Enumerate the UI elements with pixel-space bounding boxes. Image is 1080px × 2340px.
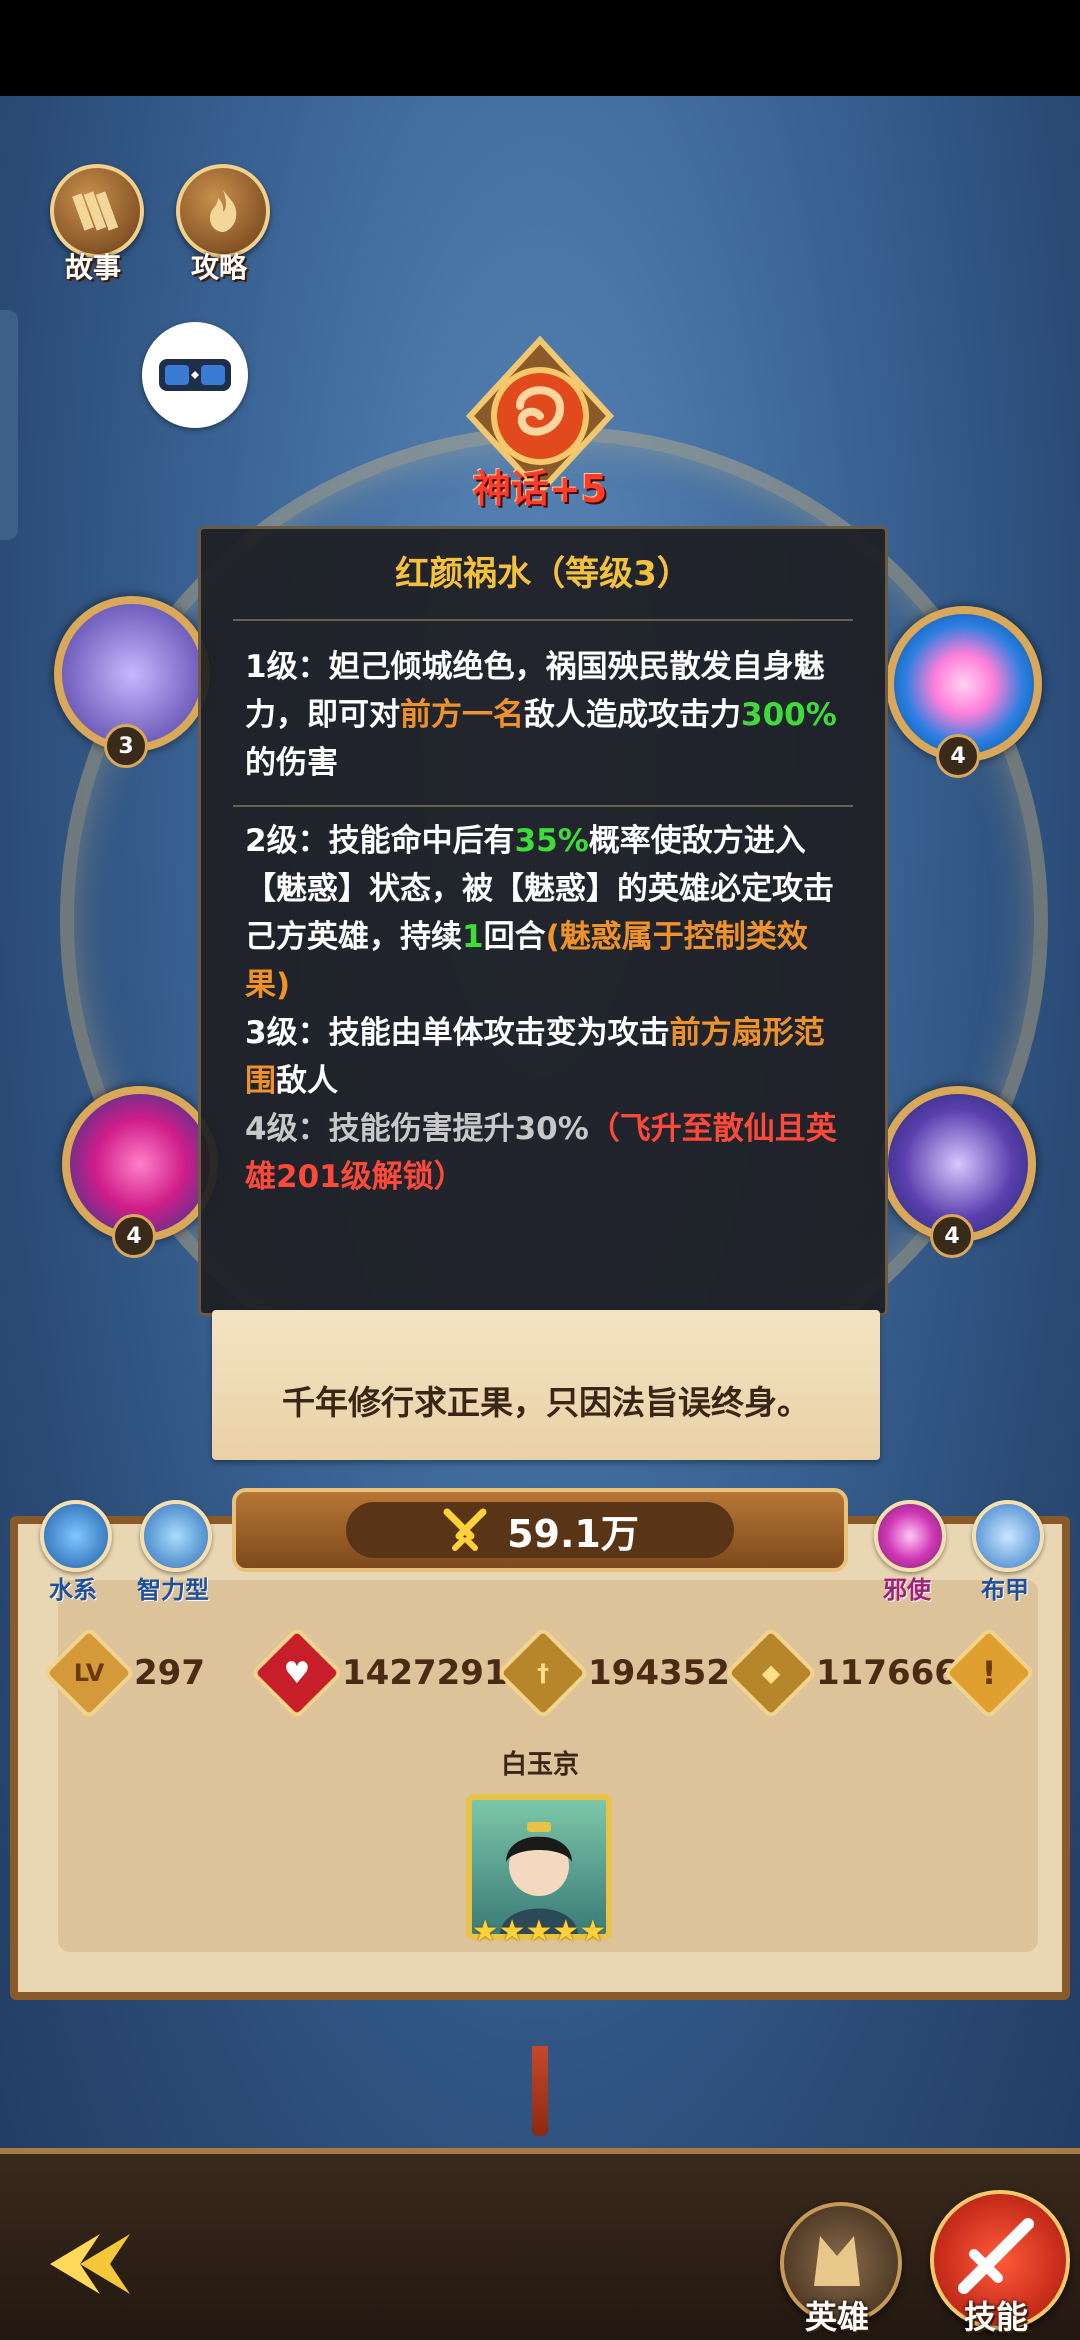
back-arrow-icon[interactable] <box>40 2224 140 2304</box>
skill-level-1-text: 1级：妲己倾城绝色，祸国殃民散发自身魅力，即可对前方一名敌人造成攻击力300%的… <box>245 643 841 787</box>
skill-nav-label: 技能 <box>963 2298 1028 2336</box>
skill-level-badge: 4 <box>930 1214 974 1258</box>
info-icon[interactable]: ! <box>942 1626 1036 1720</box>
combat-power-value: 59.1万 <box>507 1511 639 1556</box>
guide-label: 攻略 <box>190 251 247 284</box>
skill-level-badge: 4 <box>936 734 980 778</box>
story-label: 故事 <box>64 251 121 284</box>
stat-attack: † 194352 <box>496 1626 730 1720</box>
hero-quote: 千年修行求正果，只因法旨误终身。 <box>282 1383 810 1422</box>
stat-hp: ♥ 1427291 <box>250 1626 508 1720</box>
skill-title: 红颜祸水（等级3） <box>395 554 691 594</box>
level-value: 297 <box>134 1653 205 1693</box>
level-icon: LV <box>42 1626 136 1720</box>
level-icon-text: LV <box>73 1659 105 1687</box>
level-3-text-b: 敌人 <box>276 1063 338 1099</box>
intellect-tag-icon[interactable] <box>140 1500 212 1572</box>
info-icon-text: ! <box>981 1654 997 1692</box>
game-scene: 故事 攻略 神话+5 3 4 4 4 红颜祸水（等级3） 1级：妲己倾城绝色，祸… <box>0 96 1080 2340</box>
rank-label: 神话+5 <box>472 467 608 511</box>
level-1-target: 前方一名 <box>400 697 524 733</box>
level-1-percent: 300% <box>741 697 837 733</box>
level-2-text: 2级：技能命中后有 <box>245 823 515 859</box>
tassel-decoration <box>532 2046 548 2136</box>
level-2-turns: 1 <box>462 919 484 955</box>
vr-glasses-icon <box>159 359 231 391</box>
quote-banner: 千年修行求正果，只因法旨误终身。 <box>212 1310 880 1460</box>
level-1-text-c: 的伤害 <box>245 745 338 781</box>
shield-icon: ◆ <box>724 1626 818 1720</box>
level-3-text: 3级：技能由单体攻击变为攻击 <box>245 1015 670 1051</box>
skill-orb-bottom-right[interactable]: 4 <box>880 1086 1036 1258</box>
element-tag-label: 水系 <box>49 1576 97 1604</box>
vr-badge[interactable] <box>142 322 248 428</box>
combat-power-inner: 59.1万 <box>346 1502 734 1558</box>
owner-name: 白玉京 <box>500 1750 579 1780</box>
level-1-text-b: 敌人造成攻击力 <box>524 697 741 733</box>
faction-tag-icon[interactable] <box>874 1500 946 1572</box>
guide-button[interactable] <box>176 164 270 258</box>
faction-tag-label: 邪使 <box>883 1576 931 1604</box>
skill-level-badge: 3 <box>104 724 148 768</box>
story-button[interactable] <box>50 164 144 258</box>
combat-power-bar: 59.1万 <box>232 1488 848 1572</box>
skill-level-4-text: 4级：技能伤害提升30%（飞升至散仙且英雄201级解锁） <box>245 1105 841 1201</box>
divider <box>233 805 853 807</box>
heart-icon: ♥ <box>250 1626 344 1720</box>
element-tag-icon[interactable] <box>40 1500 112 1572</box>
book-icon <box>72 191 119 231</box>
skill-level-badge: 4 <box>112 1214 156 1258</box>
side-tab[interactable] <box>0 310 18 540</box>
attack-value: 194352 <box>588 1653 730 1693</box>
bottom-nav-bar: 英雄 技能 <box>0 2148 1080 2340</box>
skill-level-2-text: 2级：技能命中后有35%概率使敌方进入【魅惑】状态，被【魅惑】的英雄必定攻击己方… <box>245 817 841 1009</box>
defense-value: 117666 <box>816 1653 958 1693</box>
skill-orb-top-right[interactable]: 4 <box>886 606 1042 778</box>
hp-value: 1427291 <box>342 1653 508 1693</box>
divider <box>233 619 853 621</box>
armor-tag-icon[interactable] <box>972 1500 1044 1572</box>
stat-info-button[interactable]: ! <box>942 1626 1036 1720</box>
skill-level-3-text: 3级：技能由单体攻击变为攻击前方扇形范围敌人 <box>245 1009 841 1105</box>
sword-icon: † <box>496 1626 590 1720</box>
stat-level: LV 297 <box>42 1626 205 1720</box>
hero-nav-label: 英雄 <box>804 2298 869 2336</box>
level-2-percent: 35% <box>514 823 589 859</box>
stat-defense: ◆ 117666 <box>724 1626 958 1720</box>
skill-tooltip: 红颜祸水（等级3） 1级：妲己倾城绝色，祸国殃民散发自身魅力，即可对前方一名敌人… <box>198 526 888 1316</box>
level-2-text-c: 回合 <box>483 919 546 955</box>
owner-stars: ★★★★★ <box>471 1914 607 1949</box>
skill-orb-bottom-left[interactable]: 4 <box>62 1086 218 1258</box>
level-4-text: 4级：技能伤害提升30% <box>245 1111 589 1147</box>
crossed-swords-icon <box>443 1508 487 1551</box>
type-tag-label: 智力型 <box>137 1576 209 1604</box>
skill-orb-top-left[interactable]: 3 <box>54 596 210 768</box>
armor-tag-label: 布甲 <box>981 1576 1029 1604</box>
flame-icon <box>209 190 237 232</box>
